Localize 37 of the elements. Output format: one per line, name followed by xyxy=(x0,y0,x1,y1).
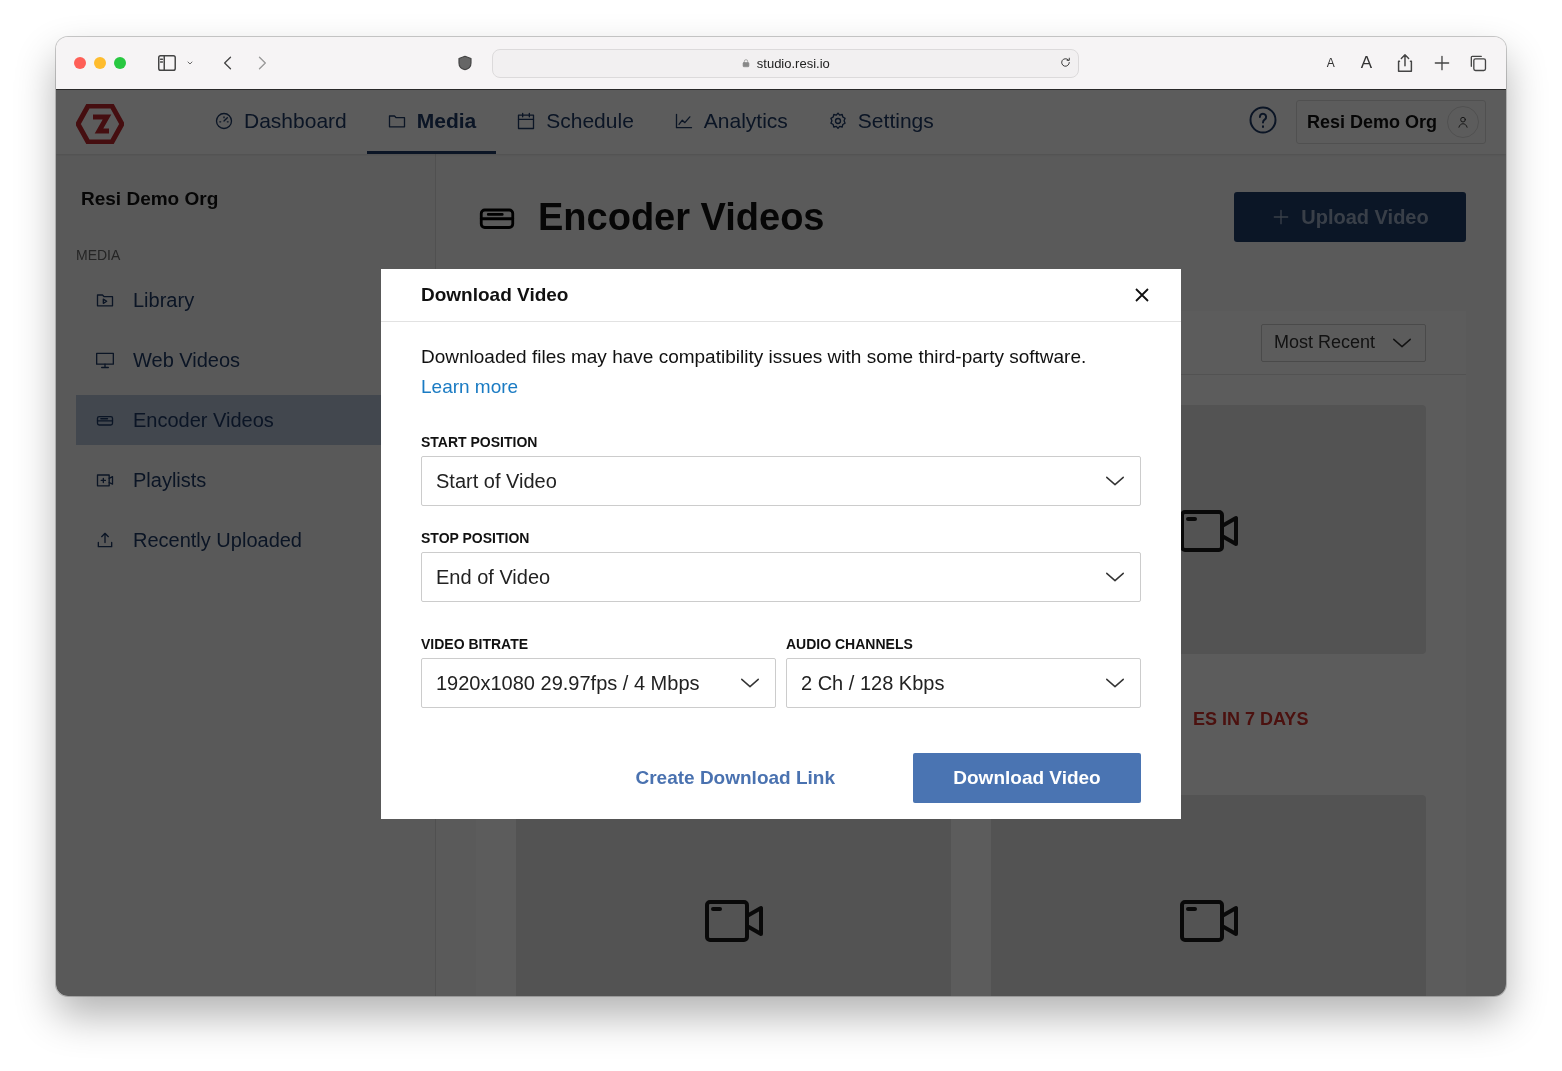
create-link-button[interactable]: Create Download Link xyxy=(629,766,841,790)
monitor-icon xyxy=(95,350,115,370)
field-label: STOP POSITION xyxy=(421,530,531,546)
tabs-icon xyxy=(1468,53,1489,73)
select-field[interactable]: Start of Video xyxy=(421,456,1141,506)
text-size-button[interactable]: A xyxy=(1326,56,1335,70)
calendar-icon xyxy=(516,110,537,131)
nav-tab[interactable]: Analytics xyxy=(653,90,808,154)
select-field[interactable]: 1920x1080 29.97fps / 4 Mbps xyxy=(421,658,776,708)
field-label: AUDIO CHANNELS xyxy=(786,636,914,652)
gear-icon xyxy=(827,110,848,131)
nav-tab[interactable]: Settings xyxy=(807,90,954,154)
text-size-button[interactable]: A xyxy=(1360,53,1373,73)
nav-tab[interactable]: Dashboard xyxy=(194,90,367,154)
page-title: Encoder Videos xyxy=(538,195,825,239)
dialog-title: Download Video xyxy=(421,284,569,306)
account-button[interactable]: Resi Demo Org xyxy=(1295,100,1486,144)
select-field[interactable]: End of Video xyxy=(421,552,1141,602)
learn-more-link[interactable]: Learn more xyxy=(421,376,519,397)
organization-name: Resi Demo Org xyxy=(81,188,220,210)
close-window-button[interactable] xyxy=(74,57,86,69)
download-button[interactable]: Download Video xyxy=(913,753,1141,803)
lock-icon xyxy=(740,58,751,68)
video-thumbnail[interactable] xyxy=(991,795,1426,996)
field-label: VIDEO BITRATE xyxy=(421,636,530,652)
shield-icon xyxy=(455,54,474,72)
sidebar-toggle-icon xyxy=(155,52,178,74)
help-icon xyxy=(1247,105,1278,135)
select-field[interactable]: 2 Ch / 128 Kbps xyxy=(786,658,1141,708)
url-text[interactable]: studio.resi.io xyxy=(756,55,830,71)
gauge-icon xyxy=(214,110,234,131)
user-icon xyxy=(1456,115,1470,129)
expiry-label: ES IN 7 DAYS xyxy=(1193,709,1309,729)
upload-icon xyxy=(95,530,115,550)
reload-icon xyxy=(1058,55,1072,69)
nav-tab[interactable]: Schedule xyxy=(496,90,654,154)
sort-dropdown[interactable]: Most Recent xyxy=(1261,323,1426,362)
